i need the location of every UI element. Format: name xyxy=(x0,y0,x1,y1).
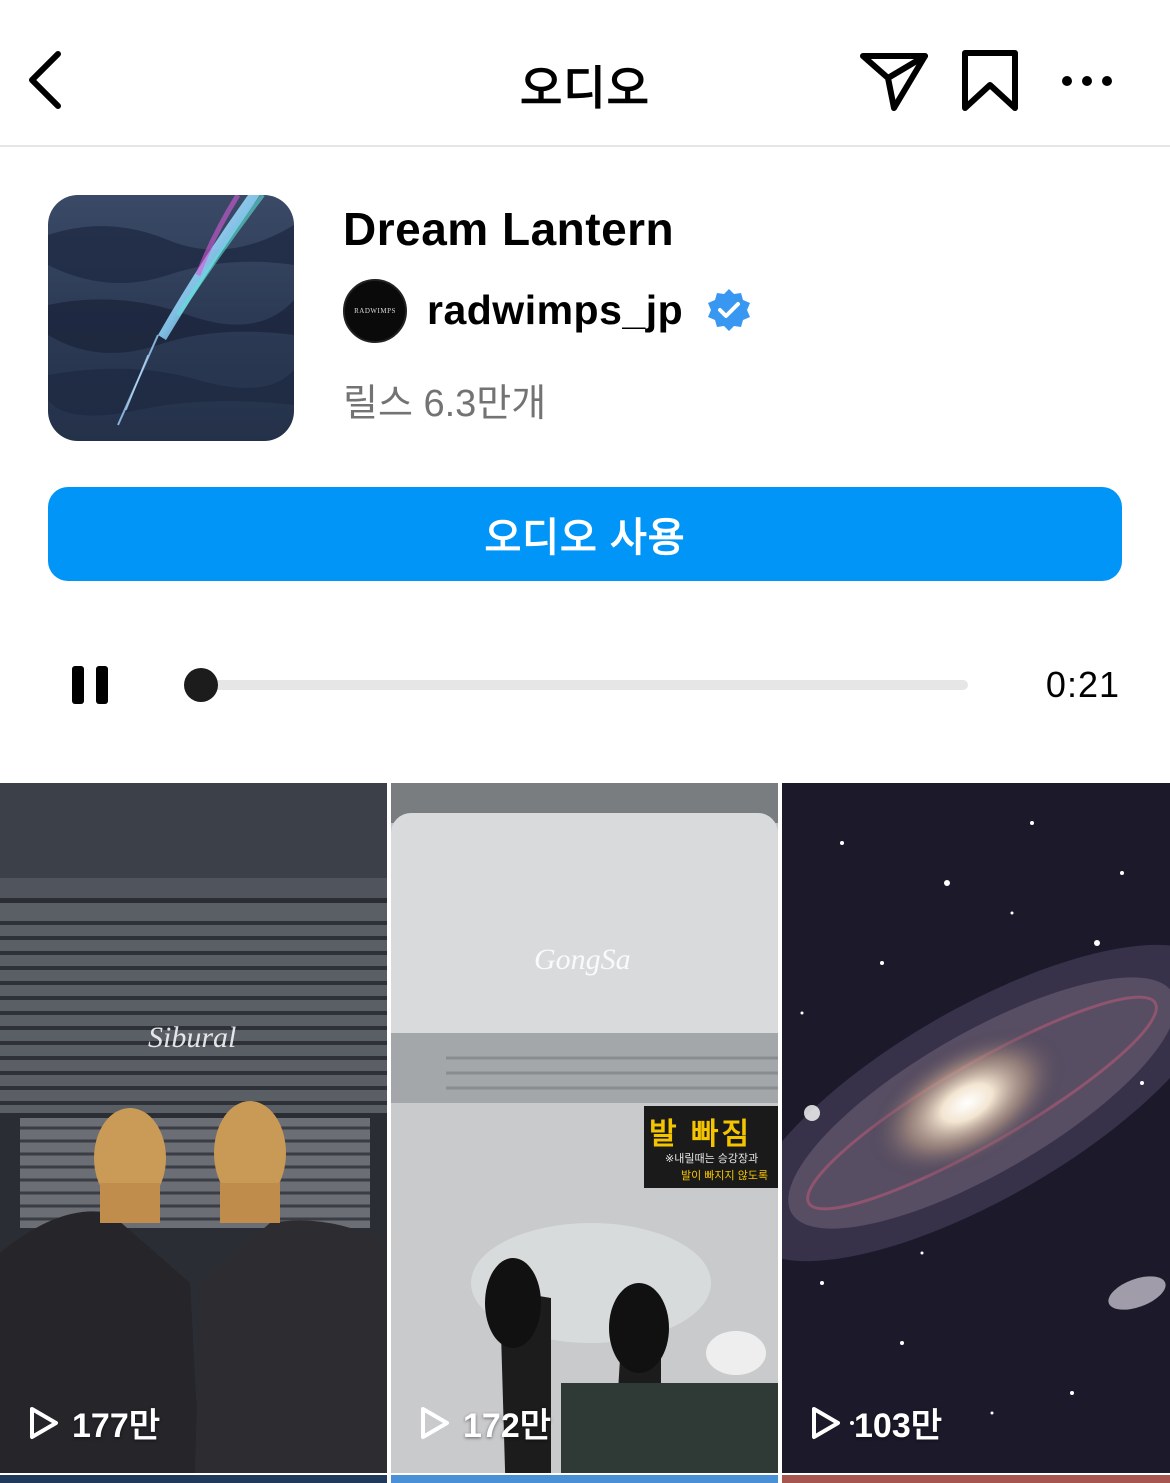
reel-thumbnail[interactable]: 103만 xyxy=(782,783,1170,1473)
top-bar: 오디오 xyxy=(0,0,1170,147)
view-count-text: 177만 xyxy=(72,1407,161,1445)
verified-badge-icon xyxy=(708,289,750,331)
progress-handle[interactable] xyxy=(184,668,218,702)
view-count: 103만 xyxy=(808,1398,942,1447)
reels-grid: Sibural 177만 GongSa 발 빠짐 ※내릴때는 승강장과 발이 빠… xyxy=(0,783,1170,1483)
audio-time: 0:21 xyxy=(1045,664,1120,705)
play-icon xyxy=(421,1406,449,1439)
reel-watermark: GongSa xyxy=(534,943,631,976)
reels-count: 릴스 6.3만개 xyxy=(343,383,547,425)
reel-thumbnail-partial[interactable] xyxy=(782,1475,1170,1483)
avatar[interactable]: RADWIMPS xyxy=(343,279,407,343)
view-count-text: 103만 xyxy=(854,1407,943,1445)
view-count: 177만 xyxy=(26,1398,160,1447)
play-icon xyxy=(30,1406,58,1439)
reel-thumbnail[interactable]: GongSa 발 빠짐 ※내릴때는 승강장과 발이 빠지지 않도록 172만 xyxy=(391,783,778,1473)
sign-title: 발 빠짐 xyxy=(649,1118,753,1151)
pause-icon[interactable] xyxy=(68,660,112,708)
sign-text: 발이 빠지지 않도록 xyxy=(681,1170,769,1182)
audio-progress-track[interactable] xyxy=(200,680,968,690)
artist-name[interactable]: radwimps_jp xyxy=(427,287,683,334)
track-title: Dream Lantern xyxy=(343,203,675,255)
reel-watermark: Sibural xyxy=(148,1021,237,1054)
reel-thumbnail-partial[interactable] xyxy=(0,1475,387,1483)
avatar-logo-text: RADWIMPS xyxy=(354,307,396,315)
use-audio-button[interactable]: 오디오 사용 xyxy=(48,487,1122,581)
play-icon xyxy=(812,1406,840,1439)
reel-thumbnail[interactable]: Sibural 177만 xyxy=(0,783,387,1473)
view-count-text: 172만 xyxy=(463,1407,552,1445)
bookmark-icon[interactable] xyxy=(958,48,1022,114)
send-icon[interactable] xyxy=(858,48,930,114)
sign-text: ※내릴때는 승강장과 xyxy=(665,1153,759,1165)
reel-thumbnail-partial[interactable] xyxy=(391,1475,778,1483)
album-cover xyxy=(48,195,294,441)
view-count: 172만 xyxy=(417,1398,551,1447)
more-icon[interactable] xyxy=(1058,60,1116,100)
